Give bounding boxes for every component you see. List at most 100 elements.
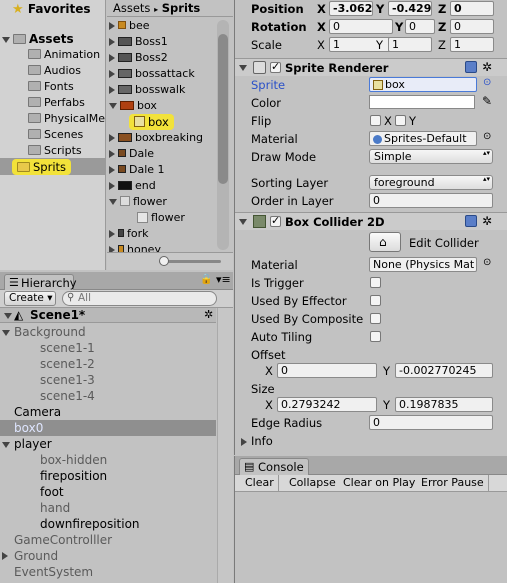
clear-on-play-button[interactable]: Clear on Play	[339, 475, 421, 491]
gear-icon[interactable]: ✲	[482, 214, 492, 228]
edit-collider-button[interactable]: ⌂	[369, 232, 401, 252]
error-pause-button[interactable]: Error Pause	[417, 475, 489, 491]
file-list-scrollbar-thumb[interactable]	[218, 34, 228, 184]
rotation-z-field[interactable]: 0	[450, 19, 494, 34]
position-z-field[interactable]: 0	[450, 1, 494, 16]
sorting-layer-dropdown[interactable]: foreground	[369, 175, 493, 190]
expand-arrow-icon[interactable]	[109, 38, 115, 46]
hierarchy-item[interactable]: scene1-1	[0, 340, 216, 356]
file-list-scrollbar-track[interactable]	[217, 20, 229, 250]
file-box[interactable]: box	[109, 98, 157, 114]
folder-audios[interactable]: Audios	[28, 63, 81, 79]
folder-scripts[interactable]: Scripts	[28, 143, 82, 159]
expand-arrow-icon[interactable]	[109, 230, 115, 238]
help-book-icon[interactable]	[465, 215, 477, 227]
flip-y-checkbox[interactable]	[395, 115, 406, 126]
rotation-x-field[interactable]: 0	[329, 19, 393, 34]
hierarchy-item[interactable]: scene1-3	[0, 372, 216, 388]
expand-arrow-icon[interactable]	[109, 166, 115, 174]
draw-mode-dropdown[interactable]: Simple	[369, 149, 493, 164]
file-bosswalk[interactable]: bosswalk	[109, 82, 185, 98]
box-collider-enabled-checkbox[interactable]	[270, 214, 281, 227]
object-picker-icon[interactable]: ⊙	[483, 77, 491, 88]
file-flower[interactable]: flower	[109, 194, 167, 210]
scale-y-field[interactable]: 1	[388, 37, 432, 52]
offset-x-field[interactable]: 0	[277, 363, 377, 378]
hierarchy-item[interactable]: hand	[0, 500, 216, 516]
auto-tiling-checkbox[interactable]	[370, 331, 381, 342]
scale-z-field[interactable]: 1	[450, 37, 494, 52]
expand-arrow-icon[interactable]	[2, 36, 10, 43]
file-bossattack[interactable]: bossattack	[109, 66, 195, 82]
panel-menu-icon[interactable]: ▾≡	[216, 273, 231, 286]
box-collider-header[interactable]: Box Collider 2D ✲	[235, 212, 507, 230]
size-y-field[interactable]: 0.1987835	[395, 397, 493, 412]
physics-material-field[interactable]: None (Physics Mat	[369, 257, 477, 272]
expand-arrow-icon[interactable]	[109, 86, 115, 94]
folder-fonts[interactable]: Fonts	[28, 79, 74, 95]
file-boss2[interactable]: Boss2	[109, 50, 168, 66]
help-book-icon[interactable]	[465, 61, 477, 73]
hierarchy-item[interactable]: scene1-4	[0, 388, 216, 404]
file-bee[interactable]: bee	[109, 18, 150, 34]
folder-physicalme[interactable]: PhysicalMe	[28, 111, 105, 127]
hierarchy-item[interactable]: foot	[0, 484, 216, 500]
clear-button[interactable]: Clear	[241, 475, 279, 491]
expand-arrow-icon[interactable]	[241, 438, 247, 446]
lock-icon[interactable]: 🔒	[200, 274, 212, 285]
gear-icon[interactable]: ✲	[482, 60, 492, 74]
hierarchy-item[interactable]: Ground	[0, 548, 216, 564]
file-dale[interactable]: Dale	[109, 146, 154, 162]
icon-size-slider-handle[interactable]	[159, 256, 169, 266]
sprite-field[interactable]: box	[369, 77, 477, 92]
scene-header[interactable]: ◭ Scene1* ✲	[0, 308, 216, 323]
assets-row[interactable]: Assets	[2, 31, 74, 47]
file-box-sprite-selected[interactable]: box	[129, 114, 174, 130]
expand-arrow-icon[interactable]	[109, 54, 115, 62]
expand-arrow-icon[interactable]	[109, 22, 115, 30]
hierarchy-scrollbar[interactable]	[217, 308, 233, 583]
expand-arrow-icon[interactable]	[2, 552, 8, 560]
eyedropper-icon[interactable]: ✎	[482, 94, 492, 108]
hierarchy-item[interactable]: downfireposition	[0, 516, 216, 532]
favorites-row[interactable]: ★ Favorites	[12, 2, 91, 17]
sprite-renderer-enabled-checkbox[interactable]	[270, 60, 281, 73]
expand-arrow-icon[interactable]	[109, 182, 115, 190]
info-foldout[interactable]: Info	[239, 434, 499, 450]
folder-sprits[interactable]: Sprits	[12, 159, 72, 175]
file-end[interactable]: end	[109, 178, 156, 194]
material-field[interactable]: Sprites-Default	[369, 131, 477, 146]
file-honey[interactable]: honey	[109, 242, 161, 252]
expand-arrow-icon[interactable]	[4, 313, 12, 319]
expand-arrow-icon[interactable]	[239, 65, 247, 71]
hierarchy-item[interactable]: Camera	[0, 404, 216, 420]
color-swatch[interactable]	[369, 95, 475, 109]
hierarchy-item[interactable]: scene1-2	[0, 356, 216, 372]
breadcrumb-root[interactable]: Assets	[113, 1, 150, 15]
expand-arrow-icon[interactable]	[109, 199, 117, 205]
hierarchy-item[interactable]: fireposition	[0, 468, 216, 484]
breadcrumb-current[interactable]: Sprits	[162, 1, 200, 15]
expand-arrow-icon[interactable]	[109, 70, 115, 78]
create-dropdown[interactable]: Create ▾	[4, 291, 56, 306]
collapse-button[interactable]: Collapse	[285, 475, 341, 491]
file-dale-1[interactable]: Dale 1	[109, 162, 165, 178]
hierarchy-item[interactable]: EventSystem	[0, 564, 216, 580]
is-trigger-checkbox[interactable]	[370, 277, 381, 288]
hierarchy-item[interactable]: player	[0, 436, 216, 452]
sprite-renderer-header[interactable]: Sprite Renderer ✲	[235, 58, 507, 76]
position-x-field[interactable]: -3.062	[329, 1, 373, 16]
hierarchy-item[interactable]: Background	[0, 324, 216, 340]
hierarchy-item[interactable]: box0	[0, 420, 216, 436]
file-flower-sprite[interactable]: flower	[137, 210, 185, 226]
expand-arrow-icon[interactable]	[109, 134, 115, 142]
offset-y-field[interactable]: -0.002770245	[395, 363, 493, 378]
edge-radius-field[interactable]: 0	[369, 415, 493, 430]
flip-x-checkbox[interactable]	[370, 115, 381, 126]
folder-perfabs[interactable]: Perfabs	[28, 95, 85, 111]
file-fork[interactable]: fork	[109, 226, 149, 242]
hierarchy-item[interactable]: box-hidden	[0, 452, 216, 468]
expand-arrow-icon[interactable]	[109, 150, 115, 158]
order-in-layer-field[interactable]: 0	[369, 193, 493, 208]
hierarchy-search-input[interactable]: ⚲ All	[62, 291, 217, 306]
